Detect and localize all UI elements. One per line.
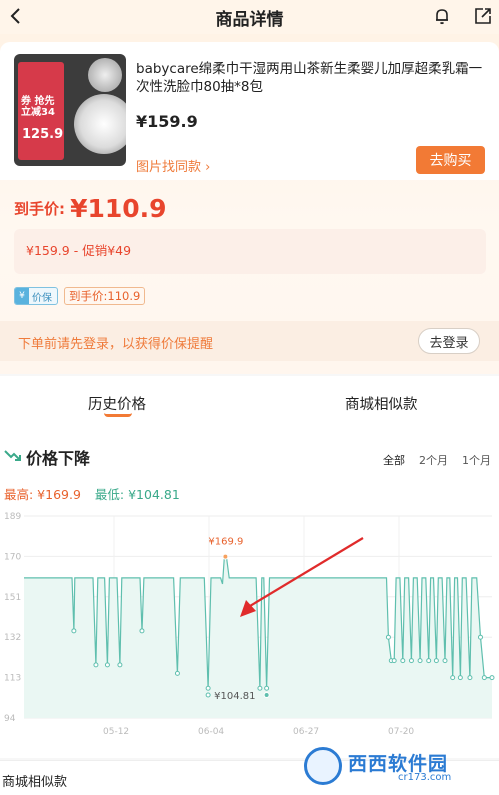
price-point bbox=[400, 658, 406, 664]
chart-section-title: 价格下降 bbox=[26, 449, 91, 468]
y-tick-label: 189 bbox=[4, 512, 21, 522]
price-point bbox=[205, 685, 211, 691]
lowest-price: 最低: ¥104.81 bbox=[94, 487, 180, 502]
trend-down-icon bbox=[4, 450, 21, 461]
price-point bbox=[433, 658, 439, 664]
find-similar-link[interactable]: 图片找同款 › bbox=[136, 156, 210, 175]
price-point bbox=[426, 658, 432, 664]
tag-row: ¥ 价保 到手价:110.9 bbox=[14, 287, 146, 305]
y-tick-label: 132 bbox=[4, 633, 21, 643]
product-row[interactable]: 券 抢先立减34 125.9 babycare绵柔巾干湿两用山茶新生柔婴儿加厚超… bbox=[0, 42, 499, 180]
price-point bbox=[117, 662, 123, 668]
login-button[interactable]: 去登录 bbox=[418, 328, 480, 354]
price-extremes: 最高: ¥169.9 最低: ¥104.81 bbox=[4, 484, 180, 503]
x-tick-label: 07-20 bbox=[388, 727, 414, 737]
thumbnail-promo-text: 券 抢先立减34 bbox=[21, 96, 55, 118]
price-point bbox=[385, 634, 391, 640]
flower-image-small bbox=[88, 58, 122, 92]
y-tick-label: 151 bbox=[4, 593, 21, 603]
range-1-month[interactable]: 1个月 bbox=[462, 452, 491, 468]
product-summary-card: 券 抢先立减34 125.9 babycare绵柔巾干湿两用山茶新生柔婴儿加厚超… bbox=[0, 34, 499, 374]
final-price-value: ¥110.9 bbox=[70, 194, 167, 223]
page-title: 商品详情 bbox=[215, 9, 284, 30]
tab-bar: 历史价格 商城相似款 bbox=[0, 376, 499, 428]
price-point bbox=[257, 685, 263, 691]
price-line-chart[interactable]: 94 113 132 151 170 189 05-12 06-04 06-27 07-20 ¥16… bbox=[0, 508, 499, 743]
max-price-label: ¥169.9 bbox=[208, 537, 243, 548]
price-point bbox=[481, 675, 487, 681]
highest-price: 最高: ¥169.9 bbox=[4, 487, 81, 502]
price-point bbox=[71, 628, 77, 634]
promo-text: ¥159.9 - 促销¥49 bbox=[26, 243, 132, 258]
price-history-panel: 价格下降 全部 2个月 1个月 最高: ¥169.9 最低: ¥104.81 9… bbox=[0, 428, 499, 758]
price-point bbox=[417, 658, 423, 664]
final-price: 到手价: ¥110.9 bbox=[14, 194, 167, 223]
range-2-months[interactable]: 2个月 bbox=[419, 452, 448, 468]
tab-price-history[interactable]: 历史价格 bbox=[88, 393, 146, 414]
price-point bbox=[205, 692, 211, 698]
watermark-logo: 西西软件园 cr173.com bbox=[300, 745, 496, 791]
tab-mall-similar[interactable]: 商城相似款 bbox=[345, 393, 418, 414]
share-icon[interactable] bbox=[473, 6, 493, 26]
price-point bbox=[139, 628, 145, 634]
price-point bbox=[457, 675, 463, 681]
login-tip: 下单前请先登录，以获得价保提醒 bbox=[18, 337, 214, 352]
login-prompt: 下单前请先登录，以获得价保提醒 去登录 bbox=[0, 321, 499, 361]
price-point bbox=[489, 675, 495, 681]
product-title[interactable]: babycare绵柔巾干湿两用山茶新生柔婴儿加厚超柔乳霜一次性洗脸巾80抽*8包 bbox=[136, 60, 488, 96]
max-point bbox=[222, 553, 229, 560]
yen-icon: ¥ bbox=[15, 288, 29, 304]
similar-section-title: 商城相似款 bbox=[2, 775, 68, 790]
product-thumbnail[interactable]: 券 抢先立减34 125.9 bbox=[14, 54, 126, 166]
range-all[interactable]: 全部 bbox=[383, 452, 405, 468]
y-tick-label: 170 bbox=[4, 552, 21, 562]
promo-breakdown: ¥159.9 - 促销¥49 bbox=[14, 229, 486, 274]
price-point bbox=[174, 670, 180, 676]
back-arrow-icon[interactable] bbox=[6, 6, 26, 26]
price-point bbox=[391, 658, 397, 664]
min-price-label: ¥104.81 bbox=[214, 691, 255, 702]
buy-button[interactable]: 去购买 bbox=[416, 146, 485, 174]
bell-icon[interactable] bbox=[432, 6, 452, 26]
x-tick-label: 05-12 bbox=[103, 727, 129, 737]
y-tick-label: 94 bbox=[4, 714, 16, 724]
price-protect-label: 价保 bbox=[32, 292, 52, 304]
final-price-label: 到手价: bbox=[14, 200, 65, 218]
price-protect-badge[interactable]: ¥ 价保 bbox=[14, 287, 58, 305]
watermark-circle-icon bbox=[304, 747, 342, 785]
thumbnail-price: 125.9 bbox=[22, 127, 64, 142]
price-point bbox=[467, 675, 473, 681]
min-point bbox=[263, 692, 270, 699]
final-price-badge: 到手价:110.9 bbox=[64, 287, 146, 305]
price-point bbox=[264, 685, 270, 691]
top-bar: 商品详情 bbox=[0, 0, 499, 34]
watermark-url: cr173.com bbox=[398, 772, 452, 783]
product-price: ¥159.9 bbox=[136, 112, 198, 131]
x-tick-label: 06-04 bbox=[198, 727, 224, 737]
active-tab-indicator bbox=[104, 413, 132, 417]
price-point bbox=[104, 662, 110, 668]
price-point bbox=[477, 634, 483, 640]
price-point bbox=[93, 662, 99, 668]
price-point bbox=[408, 658, 414, 664]
price-point bbox=[442, 658, 448, 664]
flower-image bbox=[74, 94, 126, 154]
x-tick-label: 06-27 bbox=[293, 727, 319, 737]
y-tick-label: 113 bbox=[4, 674, 21, 684]
price-point bbox=[450, 675, 456, 681]
